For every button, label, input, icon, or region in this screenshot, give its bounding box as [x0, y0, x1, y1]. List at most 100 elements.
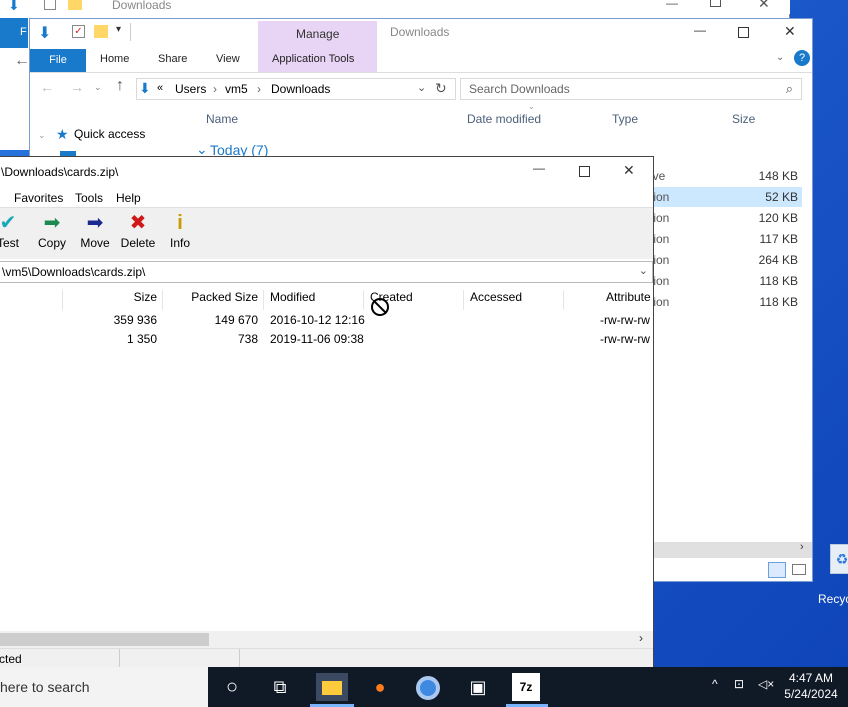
minimize-icon[interactable]: — — [694, 23, 706, 37]
file-row[interactable]: tion 118 KB — [650, 271, 802, 291]
column-accessed[interactable]: Accessed — [470, 290, 522, 304]
delete-button[interactable]: ✖ Delete — [115, 210, 161, 250]
qat-dropdown-icon[interactable]: ▾ — [116, 24, 121, 35]
close-icon[interactable]: ✕ — [758, 0, 770, 12]
explorer-titlebar: ⬇ ✓ ▾ Manage Downloads — ✕ — [30, 19, 812, 73]
breadcrumb-vm5[interactable]: vm5 — [225, 82, 248, 96]
column-attributes[interactable]: Attribute — [606, 290, 651, 304]
archive-row[interactable]: 1 350 738 2019-11-06 09:38 -rw-rw-rw — [0, 330, 653, 349]
column-type[interactable]: Type — [612, 112, 638, 126]
7zip-horizontal-scrollbar[interactable]: › — [0, 631, 653, 648]
breadcrumb-downloads[interactable]: Downloads — [271, 82, 330, 96]
breadcrumb-users[interactable]: Users — [175, 82, 206, 96]
maximize-icon[interactable] — [710, 0, 721, 7]
recycle-bin-shortcut[interactable]: ♻ Recyc — [818, 540, 848, 606]
column-size[interactable]: Size — [63, 290, 157, 304]
tab-share[interactable]: Share — [158, 53, 187, 65]
maximize-icon[interactable] — [579, 166, 590, 177]
test-icon: ✔ — [0, 212, 17, 234]
task-view-icon[interactable]: ⧉ — [266, 673, 294, 701]
7zip-path-field[interactable]: \vm5\Downloads\cards.zip\ ⌄ — [0, 261, 653, 283]
close-icon[interactable]: ✕ — [784, 23, 796, 40]
file-row[interactable]: ive 148 KB — [650, 166, 802, 186]
show-hidden-icons-icon[interactable]: ^ — [712, 677, 718, 691]
row-attributes: -rw-rw-rw — [600, 332, 650, 346]
nav-quick-access[interactable]: Quick access — [74, 127, 145, 141]
search-input[interactable]: Search Downloads ⌕ — [460, 78, 802, 100]
menu-favorites[interactable]: Favorites — [14, 191, 63, 205]
7zip-column-headers: Size Packed Size Modified Created Access… — [0, 287, 653, 310]
minimize-icon[interactable]: — — [666, 0, 678, 10]
clock[interactable]: 4:47 AM 5/24/2024 — [784, 671, 838, 701]
tab-view[interactable]: View — [216, 53, 240, 65]
file-row[interactable]: tion 264 KB — [650, 250, 802, 270]
recent-dropdown-icon[interactable]: ⌄ — [94, 82, 102, 93]
file-row[interactable]: tion 120 KB — [650, 208, 802, 228]
scrollbar-thumb[interactable] — [0, 633, 209, 646]
scroll-right-icon[interactable]: › — [639, 631, 643, 645]
menu-tools[interactable]: Tools — [75, 191, 103, 205]
help-icon[interactable]: ? — [794, 50, 810, 66]
ribbon-tabs: Home Share View Application Tools ⌄ ? — [30, 49, 812, 73]
column-modified[interactable]: Modified — [270, 290, 315, 304]
menu-help[interactable]: Help — [116, 191, 141, 205]
file-row-selected[interactable]: tion 52 KB — [650, 187, 802, 207]
volume-muted-icon[interactable]: ◁× — [758, 677, 774, 691]
minimize-icon[interactable]: — — [533, 161, 545, 175]
file-size: 118 KB — [759, 295, 798, 309]
firefox-icon[interactable]: ● — [366, 673, 394, 701]
expand-ribbon-icon[interactable]: ⌄ — [776, 52, 784, 63]
column-size[interactable]: Size — [732, 112, 755, 126]
refresh-icon[interactable]: ↻ — [435, 80, 447, 97]
address-bar[interactable]: ⬇ « Users › vm5 › Downloads ⌄ ↻ — [136, 78, 456, 100]
7zip-path-text: \vm5\Downloads\cards.zip\ — [2, 265, 146, 279]
tab-home[interactable]: Home — [100, 53, 129, 65]
breadcrumb-overflow[interactable]: « — [157, 82, 163, 94]
breadcrumb-chevron-icon: › — [257, 82, 261, 96]
test-button[interactable]: ✔ Test — [0, 210, 31, 250]
remote-desktop-icon[interactable]: ▣ — [464, 673, 492, 701]
sort-indicator-icon: ⌄ — [528, 102, 535, 111]
close-icon[interactable]: ✕ — [623, 162, 635, 179]
column-date-modified[interactable]: Date modified — [467, 112, 541, 126]
taskbar-search[interactable]: here to search — [0, 667, 208, 707]
file-row[interactable]: tion 117 KB — [650, 229, 802, 249]
forward-arrow-icon[interactable]: → — [70, 79, 84, 95]
info-button[interactable]: i Info — [157, 210, 203, 250]
divider — [130, 23, 131, 41]
column-divider — [363, 290, 364, 310]
address-dropdown-icon[interactable]: ⌄ — [417, 81, 426, 94]
copy-button[interactable]: ➡ Copy — [29, 210, 75, 250]
path-dropdown-icon[interactable]: ⌄ — [639, 264, 648, 277]
details-view-icon[interactable] — [768, 562, 786, 578]
7zip-toolbar: ✔ Test ➡ Copy ➡ Move ✖ Delete i Info — [0, 207, 653, 259]
download-arrow-icon: ⬇ — [139, 80, 151, 96]
back-arrow-icon[interactable]: ← — [14, 52, 30, 70]
column-packed-size[interactable]: Packed Size — [163, 290, 258, 304]
up-arrow-icon[interactable]: ↑ — [116, 77, 124, 95]
move-button[interactable]: ➡ Move — [72, 210, 118, 250]
file-size: 117 KB — [759, 232, 798, 246]
expand-chevron-icon[interactable]: ⌄ — [38, 130, 46, 141]
maximize-icon[interactable] — [738, 27, 749, 38]
7zip-taskbar-icon[interactable]: 7z — [512, 673, 540, 701]
properties-icon[interactable]: ✓ — [72, 25, 85, 38]
download-arrow-icon: ⬇ — [8, 0, 20, 13]
chrome-icon[interactable] — [414, 673, 442, 701]
file-explorer-icon[interactable] — [316, 673, 348, 701]
back-file-tab[interactable]: F — [0, 18, 28, 48]
horizontal-scrollbar[interactable] — [650, 542, 812, 558]
file-row[interactable]: tion 118 KB — [650, 292, 802, 312]
scroll-right-icon[interactable]: › — [800, 541, 804, 553]
network-icon[interactable]: ⊡ — [734, 677, 744, 691]
new-folder-icon[interactable] — [94, 25, 108, 38]
column-name[interactable]: Name — [206, 112, 238, 126]
info-label: Info — [169, 236, 190, 250]
row-attributes: -rw-rw-rw — [600, 313, 650, 327]
back-arrow-icon[interactable]: ← — [40, 79, 54, 95]
search-icon[interactable]: ⌕ — [786, 81, 793, 97]
cortana-icon[interactable]: ○ — [218, 673, 246, 701]
tab-application-tools[interactable]: Application Tools — [272, 53, 354, 65]
archive-row[interactable]: 359 936 149 670 2016-10-12 12:16 -rw-rw-… — [0, 311, 653, 330]
large-icons-view-icon[interactable] — [792, 564, 806, 575]
